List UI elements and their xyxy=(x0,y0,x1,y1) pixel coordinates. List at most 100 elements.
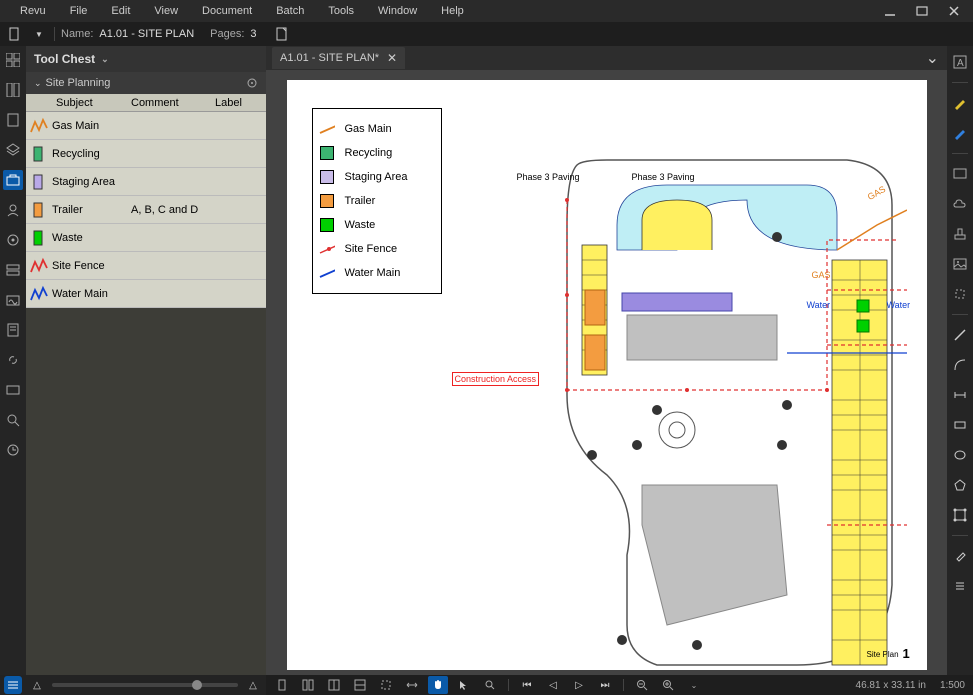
markups-list-icon[interactable] xyxy=(4,676,22,694)
row-symbol-icon xyxy=(26,116,52,136)
recent-icon[interactable] xyxy=(3,440,23,460)
doc-name-value: A1.01 - SITE PLAN xyxy=(99,28,194,40)
studio-icon[interactable] xyxy=(3,380,23,400)
first-page-icon[interactable]: ⏮ xyxy=(517,676,537,694)
continuous-icon[interactable] xyxy=(298,676,318,694)
prev-page-icon[interactable]: ◁ xyxy=(543,676,563,694)
tab-bar: A1.01 - SITE PLAN* ✕ ⌄ xyxy=(266,46,947,70)
polygon-tool-icon[interactable] xyxy=(950,475,970,495)
sets-icon[interactable] xyxy=(3,260,23,280)
menu-edit[interactable]: Edit xyxy=(99,5,142,17)
menu-tools[interactable]: Tools xyxy=(316,5,366,17)
menu-window[interactable]: Window xyxy=(366,5,429,17)
page-nav-icon[interactable] xyxy=(273,25,291,43)
sheet-label: Site Plan xyxy=(867,650,899,659)
ellipse-tool-icon[interactable] xyxy=(950,445,970,465)
select-tool-icon[interactable] xyxy=(454,676,474,694)
table-row[interactable]: Trailer A, B, C and D xyxy=(26,196,266,224)
polyline-tool-icon[interactable] xyxy=(950,505,970,525)
image-tool-icon[interactable] xyxy=(950,254,970,274)
header-label: Label xyxy=(215,97,266,109)
menu-file[interactable]: File xyxy=(58,5,100,17)
stamp-tool-icon[interactable] xyxy=(950,224,970,244)
dimension-tool-icon[interactable] xyxy=(950,385,970,405)
window-controls xyxy=(883,4,965,18)
table-row[interactable]: Gas Main xyxy=(26,112,266,140)
sheet-number: 1 xyxy=(903,646,910,661)
highlight-tool-icon[interactable] xyxy=(950,93,970,113)
status-bar: △ △ ⏮ ◁ ▷ ⏭ ⌄ 46.81 x 33.11 in 1:500 xyxy=(0,675,973,695)
doc-name-label: Name: xyxy=(61,28,93,40)
left-rail xyxy=(0,46,26,675)
prev-markup-icon[interactable]: △ xyxy=(28,676,46,694)
table-row[interactable]: Waste xyxy=(26,224,266,252)
rectangle-tool-icon[interactable] xyxy=(950,415,970,435)
properties-icon[interactable] xyxy=(3,230,23,250)
legend-label: Waste xyxy=(345,219,376,231)
legend-swatch-icon xyxy=(319,193,335,209)
text-tool-icon[interactable]: A xyxy=(950,52,970,72)
document-tab[interactable]: A1.01 - SITE PLAN* ✕ xyxy=(272,47,405,69)
last-page-icon[interactable]: ⏭ xyxy=(595,676,615,694)
new-doc-icon[interactable] xyxy=(6,25,24,43)
zoom-dropdown-icon[interactable]: ⌄ xyxy=(684,676,704,694)
canvas-area[interactable]: Gas Main Recycling Staging Area Trailer … xyxy=(266,70,947,675)
cloud-tool-icon[interactable] xyxy=(950,194,970,214)
legend-row: Trailer xyxy=(319,189,435,213)
menu-revu[interactable]: Revu xyxy=(8,5,58,17)
tab-dropdown-icon[interactable]: ⌄ xyxy=(918,48,947,68)
layers-icon[interactable] xyxy=(3,140,23,160)
table-row[interactable]: Staging Area xyxy=(26,168,266,196)
table-row[interactable]: Water Main xyxy=(26,280,266,308)
tool-chest-icon[interactable] xyxy=(3,170,23,190)
fit-page-icon[interactable] xyxy=(376,676,396,694)
panel-dropdown-icon[interactable]: ⌄ xyxy=(101,54,109,65)
arc-tool-icon[interactable] xyxy=(950,355,970,375)
zoom-in-icon[interactable] xyxy=(658,676,678,694)
panel-section: ⌄ Site Planning xyxy=(26,72,266,94)
menu-batch[interactable]: Batch xyxy=(264,5,316,17)
forms-icon[interactable] xyxy=(3,320,23,340)
more-tools-icon[interactable] xyxy=(950,576,970,596)
right-rail: A xyxy=(947,46,973,675)
table-row[interactable]: Recycling xyxy=(26,140,266,168)
minimize-button[interactable] xyxy=(883,4,897,18)
single-page-icon[interactable] xyxy=(272,676,292,694)
doc-dropdown-icon[interactable]: ▼ xyxy=(30,25,48,43)
bookmarks-icon[interactable] xyxy=(3,80,23,100)
legend-swatch-icon xyxy=(319,145,335,161)
section-expand-icon[interactable]: ⌄ xyxy=(34,78,42,89)
zoom-tool-icon[interactable] xyxy=(480,676,500,694)
thumbnails-icon[interactable] xyxy=(3,50,23,70)
tab-close-icon[interactable]: ✕ xyxy=(387,51,397,65)
pan-tool-icon[interactable] xyxy=(428,676,448,694)
table-row[interactable]: Site Fence xyxy=(26,252,266,280)
file-access-icon[interactable] xyxy=(3,110,23,130)
search-icon[interactable] xyxy=(3,410,23,430)
water-label: Water xyxy=(807,300,831,310)
profile-icon[interactable] xyxy=(3,200,23,220)
line-tool-icon[interactable] xyxy=(950,325,970,345)
fit-width-icon[interactable] xyxy=(402,676,422,694)
split-view-icon[interactable] xyxy=(324,676,344,694)
slider-knob[interactable] xyxy=(192,680,202,690)
markup-slider[interactable] xyxy=(52,683,238,687)
document-page[interactable]: Gas Main Recycling Staging Area Trailer … xyxy=(287,80,927,670)
split-horiz-icon[interactable] xyxy=(350,676,370,694)
pen-tool-icon[interactable] xyxy=(950,123,970,143)
maximize-button[interactable] xyxy=(915,4,929,18)
phase3-label-1: Phase 3 Paving xyxy=(517,172,580,182)
menu-view[interactable]: View xyxy=(142,5,190,17)
signatures-icon[interactable] xyxy=(3,290,23,310)
note-tool-icon[interactable] xyxy=(950,164,970,184)
crop-tool-icon[interactable] xyxy=(950,284,970,304)
close-button[interactable] xyxy=(947,4,961,18)
menu-document[interactable]: Document xyxy=(190,5,264,17)
eraser-tool-icon[interactable] xyxy=(950,546,970,566)
links-icon[interactable] xyxy=(3,350,23,370)
zoom-out-icon[interactable] xyxy=(632,676,652,694)
section-gear-icon[interactable] xyxy=(246,77,258,89)
next-markup-icon[interactable]: △ xyxy=(244,676,262,694)
next-page-icon[interactable]: ▷ xyxy=(569,676,589,694)
menu-help[interactable]: Help xyxy=(429,5,476,17)
